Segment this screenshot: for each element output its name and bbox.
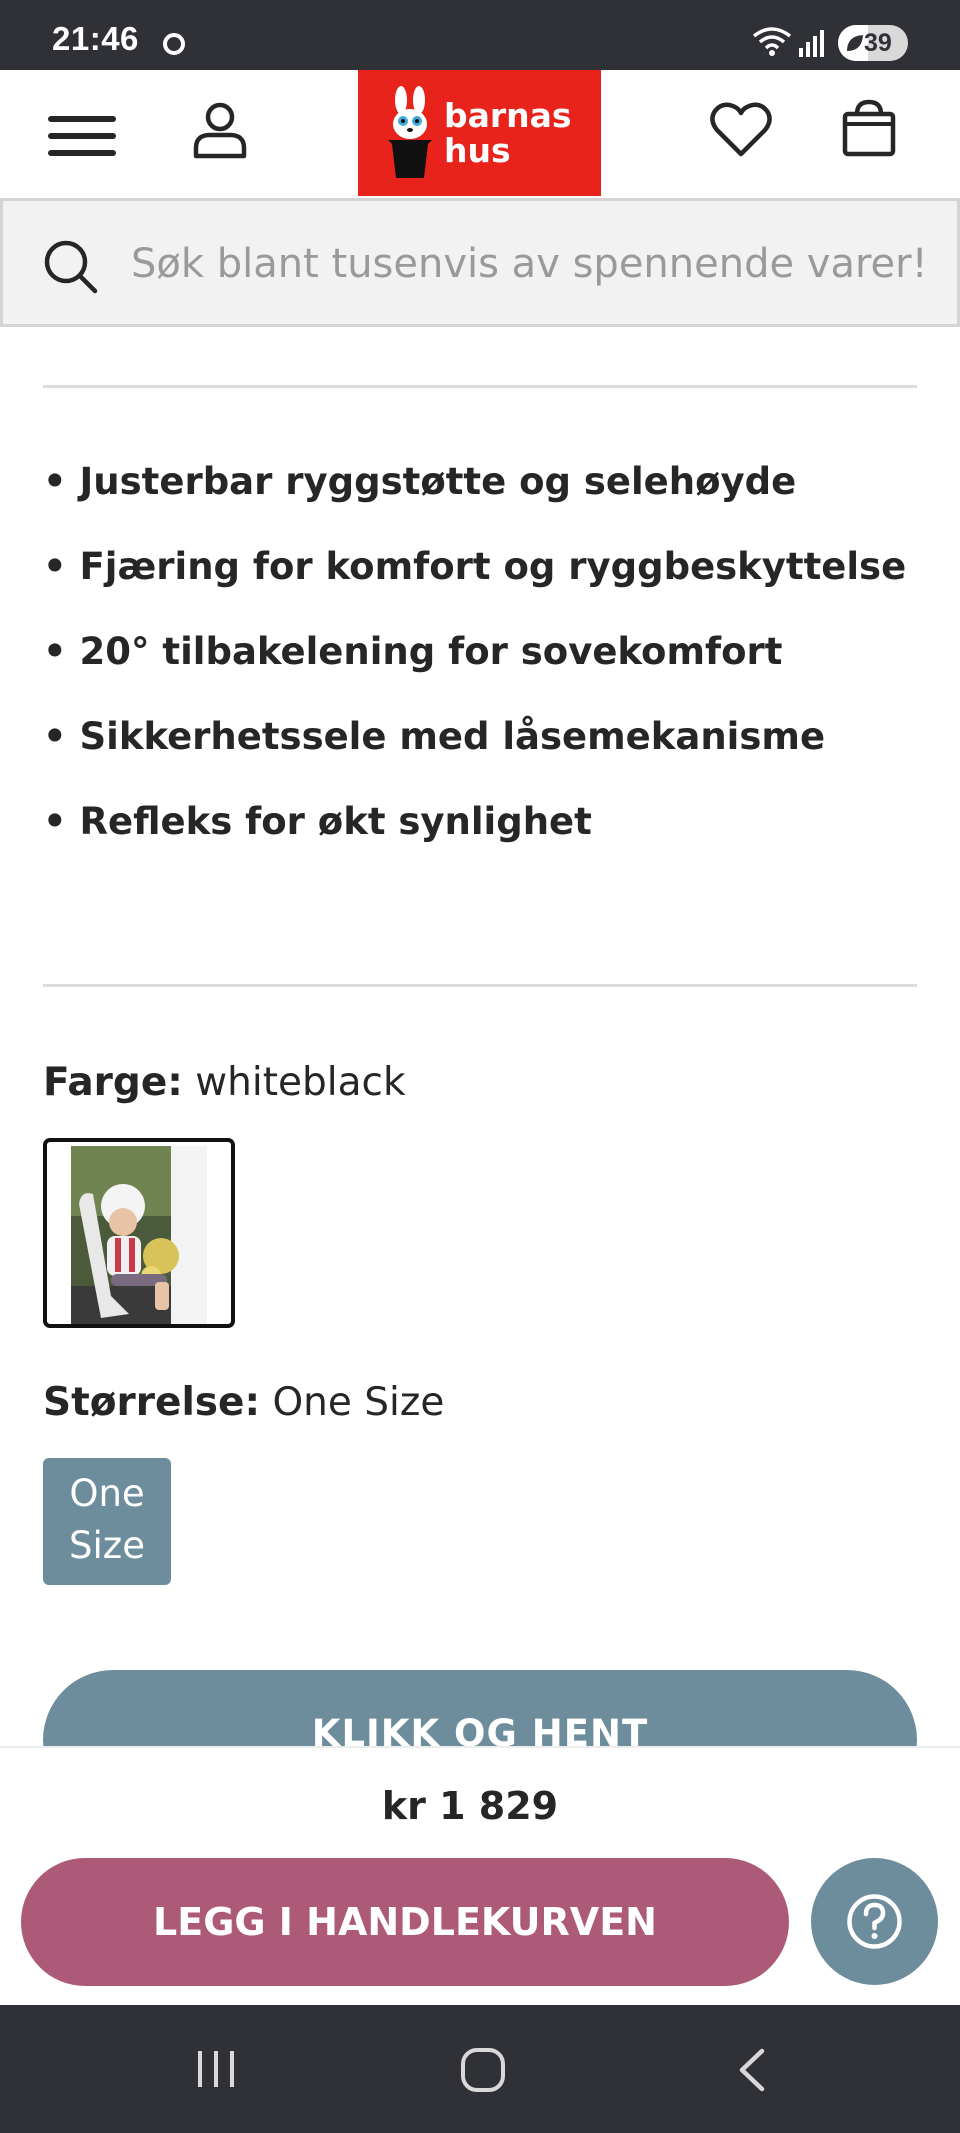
search-icon[interactable] <box>41 237 99 295</box>
menu-button[interactable] <box>48 106 116 166</box>
feature-item: • Refleks for økt synlighet <box>43 800 592 843</box>
feature-item: • Justerbar ryggstøtte og selehøyde <box>43 460 797 503</box>
color-label-row: Farge: whiteblack <box>43 1060 406 1105</box>
help-button[interactable] <box>811 1858 938 1985</box>
bunny-logo-icon <box>388 86 432 178</box>
status-bar: 21:46 39 <box>0 0 960 70</box>
divider <box>43 385 917 388</box>
shopping-bag-icon[interactable] <box>841 98 897 158</box>
site-header: barnas hus <box>0 70 960 198</box>
product-price: kr 1 829 <box>381 1784 559 1828</box>
heart-icon[interactable] <box>709 100 773 160</box>
question-icon <box>847 1894 902 1949</box>
feature-item: • Sikkerhetssele med låsemekanisme <box>43 715 826 758</box>
color-swatch-whiteblack[interactable] <box>43 1138 235 1328</box>
search-input[interactable] <box>131 221 931 306</box>
feature-item: • Fjæring for komfort og ryggbeskyttelse <box>43 545 907 588</box>
logo-text: barnas hus <box>444 96 572 170</box>
account-icon[interactable] <box>188 98 252 162</box>
vpn-icon <box>163 33 185 55</box>
add-to-cart-button[interactable]: LEGG I HANDLEKURVEN <box>21 1858 789 1986</box>
battery-level: 39 <box>864 29 892 57</box>
back-icon[interactable] <box>736 2047 768 2093</box>
divider <box>43 984 917 987</box>
size-option-label: Size <box>69 1524 145 1567</box>
size-label-row: Størrelse: One Size <box>43 1380 444 1425</box>
color-value: whiteblack <box>195 1060 406 1105</box>
wifi-icon <box>752 27 792 56</box>
status-time: 21:46 <box>52 20 139 57</box>
recent-apps-icon[interactable] <box>196 2049 236 2089</box>
search-bar <box>0 198 960 327</box>
color-label: Farge: <box>43 1060 183 1105</box>
size-value: One Size <box>272 1380 445 1425</box>
system-navigation-bar <box>0 2005 960 2133</box>
size-label: Størrelse: <box>43 1380 261 1425</box>
sticky-purchase-bar: kr 1 829 LEGG I HANDLEKURVEN <box>0 1746 960 2005</box>
home-icon[interactable] <box>460 2047 506 2093</box>
brand-logo[interactable]: barnas hus <box>358 70 601 196</box>
size-option-one-size[interactable]: One Size <box>43 1458 171 1585</box>
battery-saver-icon <box>847 35 863 51</box>
battery-indicator: 39 <box>838 25 908 61</box>
product-thumbnail-image <box>71 1146 207 1324</box>
feature-item: • 20° tilbakelening for sovekomfort <box>43 630 783 673</box>
feature-list: • Justerbar ryggstøtte og selehøyde • Fj… <box>43 450 923 875</box>
signal-icon <box>799 30 824 57</box>
size-option-label: One <box>69 1472 145 1515</box>
